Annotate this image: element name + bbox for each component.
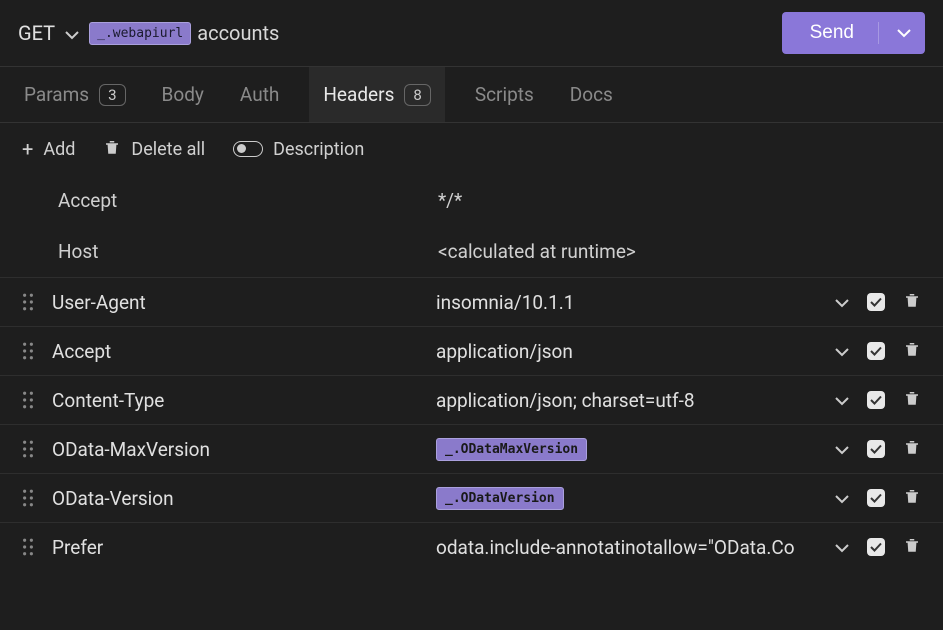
tab-body[interactable]: Body: [156, 67, 210, 122]
tab-scripts[interactable]: Scripts: [469, 67, 540, 122]
drag-handle-icon[interactable]: [18, 440, 38, 458]
drag-handle-icon[interactable]: [18, 489, 38, 507]
enabled-checkbox[interactable]: [867, 293, 885, 311]
method-selector[interactable]: GET: [18, 21, 79, 45]
row-actions: [835, 339, 925, 363]
enabled-checkbox[interactable]: [867, 391, 885, 409]
description-label: Description: [273, 139, 364, 160]
chevron-down-icon[interactable]: [835, 391, 849, 410]
header-value-input[interactable]: insomnia/10.1.1: [436, 291, 835, 314]
tab-headers[interactable]: Headers 8: [309, 67, 444, 122]
header-value-text: odata.include-annotatinotallow="OData.Co: [436, 536, 795, 559]
send-label: Send: [810, 22, 854, 44]
headers-toolbar: + Add Delete all Description: [0, 123, 943, 175]
url-variable-pill[interactable]: _.webapiurl: [89, 22, 191, 45]
count-badge: 3: [99, 84, 125, 106]
url-path: accounts: [197, 21, 771, 45]
header-name-input[interactable]: User-Agent: [52, 291, 436, 314]
add-button[interactable]: + Add: [22, 137, 75, 161]
header-name-input[interactable]: OData-Version: [52, 487, 436, 510]
row-actions: [835, 437, 925, 461]
enabled-checkbox[interactable]: [867, 440, 885, 458]
header-name-input[interactable]: Accept: [52, 340, 436, 363]
header-name-input[interactable]: Prefer: [52, 536, 436, 559]
tab-auth[interactable]: Auth: [234, 67, 285, 122]
enabled-checkbox[interactable]: [867, 342, 885, 360]
toggle-icon: [233, 141, 263, 157]
divider: [878, 22, 879, 44]
row-actions: [835, 388, 925, 412]
delete-row-button[interactable]: [903, 535, 921, 559]
header-value-input[interactable]: application/json: [436, 340, 835, 363]
header-row: OData-MaxVersion _.ODataMaxVersion: [0, 424, 943, 473]
header-name: Host: [58, 240, 438, 263]
tab-label: Auth: [240, 83, 279, 106]
chevron-down-icon[interactable]: [835, 342, 849, 361]
header-row: User-Agent insomnia/10.1.1: [0, 277, 943, 326]
description-toggle[interactable]: Description: [233, 139, 364, 160]
header-value-input[interactable]: _.ODataVersion: [436, 487, 835, 510]
send-button[interactable]: Send: [782, 12, 925, 54]
tab-params[interactable]: Params 3: [18, 67, 132, 122]
delete-row-button[interactable]: [903, 437, 921, 461]
tab-label: Scripts: [475, 83, 534, 106]
header-row: Accept application/json: [0, 326, 943, 375]
chevron-down-icon[interactable]: [835, 489, 849, 508]
plus-icon: +: [22, 137, 33, 161]
header-value: <calculated at runtime>: [438, 240, 636, 263]
header-name-input[interactable]: OData-MaxVersion: [52, 438, 436, 461]
header-value-input[interactable]: _.ODataMaxVersion: [436, 438, 835, 461]
row-actions: [835, 486, 925, 510]
header-value-text: application/json: [436, 340, 573, 363]
tab-label: Headers: [323, 83, 394, 106]
variable-pill[interactable]: _.ODataVersion: [436, 487, 564, 510]
tab-docs[interactable]: Docs: [564, 67, 619, 122]
drag-handle-icon[interactable]: [18, 391, 38, 409]
row-actions: [835, 290, 925, 314]
drag-handle-icon[interactable]: [18, 538, 38, 556]
drag-handle-icon[interactable]: [18, 342, 38, 360]
url-input[interactable]: _.webapiurl accounts: [89, 21, 772, 45]
header-row: OData-Version _.ODataVersion: [0, 473, 943, 522]
tab-label: Body: [162, 83, 204, 106]
chevron-down-icon[interactable]: [835, 440, 849, 459]
count-badge: 8: [404, 84, 430, 106]
enabled-checkbox[interactable]: [867, 538, 885, 556]
static-headers: Accept */* Host <calculated at runtime>: [0, 175, 943, 277]
add-label: Add: [43, 139, 75, 160]
row-actions: [835, 535, 925, 559]
delete-all-button[interactable]: Delete all: [103, 138, 205, 161]
trash-icon: [103, 138, 121, 161]
static-header-row: Host <calculated at runtime>: [0, 226, 943, 277]
delete-row-button[interactable]: [903, 290, 921, 314]
request-bar: GET _.webapiurl accounts Send: [0, 0, 943, 67]
delete-all-label: Delete all: [131, 139, 205, 160]
header-value-input[interactable]: application/json; charset=utf-8: [436, 389, 835, 412]
header-name: Accept: [58, 189, 438, 212]
delete-row-button[interactable]: [903, 486, 921, 510]
header-value: */*: [438, 189, 462, 212]
chevron-down-icon[interactable]: [897, 22, 911, 44]
drag-handle-icon[interactable]: [18, 293, 38, 311]
variable-pill[interactable]: _.ODataMaxVersion: [436, 438, 587, 461]
chevron-down-icon[interactable]: [835, 293, 849, 312]
headers-list: User-Agent insomnia/10.1.1 Accept applic…: [0, 277, 943, 571]
header-row: Prefer odata.include-annotatinotallow="O…: [0, 522, 943, 571]
delete-row-button[interactable]: [903, 339, 921, 363]
header-value-input[interactable]: odata.include-annotatinotallow="OData.Co: [436, 536, 835, 559]
enabled-checkbox[interactable]: [867, 489, 885, 507]
chevron-down-icon[interactable]: [835, 538, 849, 557]
tab-label: Params: [24, 83, 89, 106]
header-value-text: application/json; charset=utf-8: [436, 389, 695, 412]
chevron-down-icon: [65, 21, 79, 45]
tab-label: Docs: [570, 83, 613, 106]
method-label: GET: [18, 21, 55, 45]
header-row: Content-Type application/json; charset=u…: [0, 375, 943, 424]
static-header-row: Accept */*: [0, 175, 943, 226]
header-value-text: insomnia/10.1.1: [436, 291, 574, 314]
tab-bar: Params 3 Body Auth Headers 8 Scripts Doc…: [0, 67, 943, 123]
delete-row-button[interactable]: [903, 388, 921, 412]
header-name-input[interactable]: Content-Type: [52, 389, 436, 412]
